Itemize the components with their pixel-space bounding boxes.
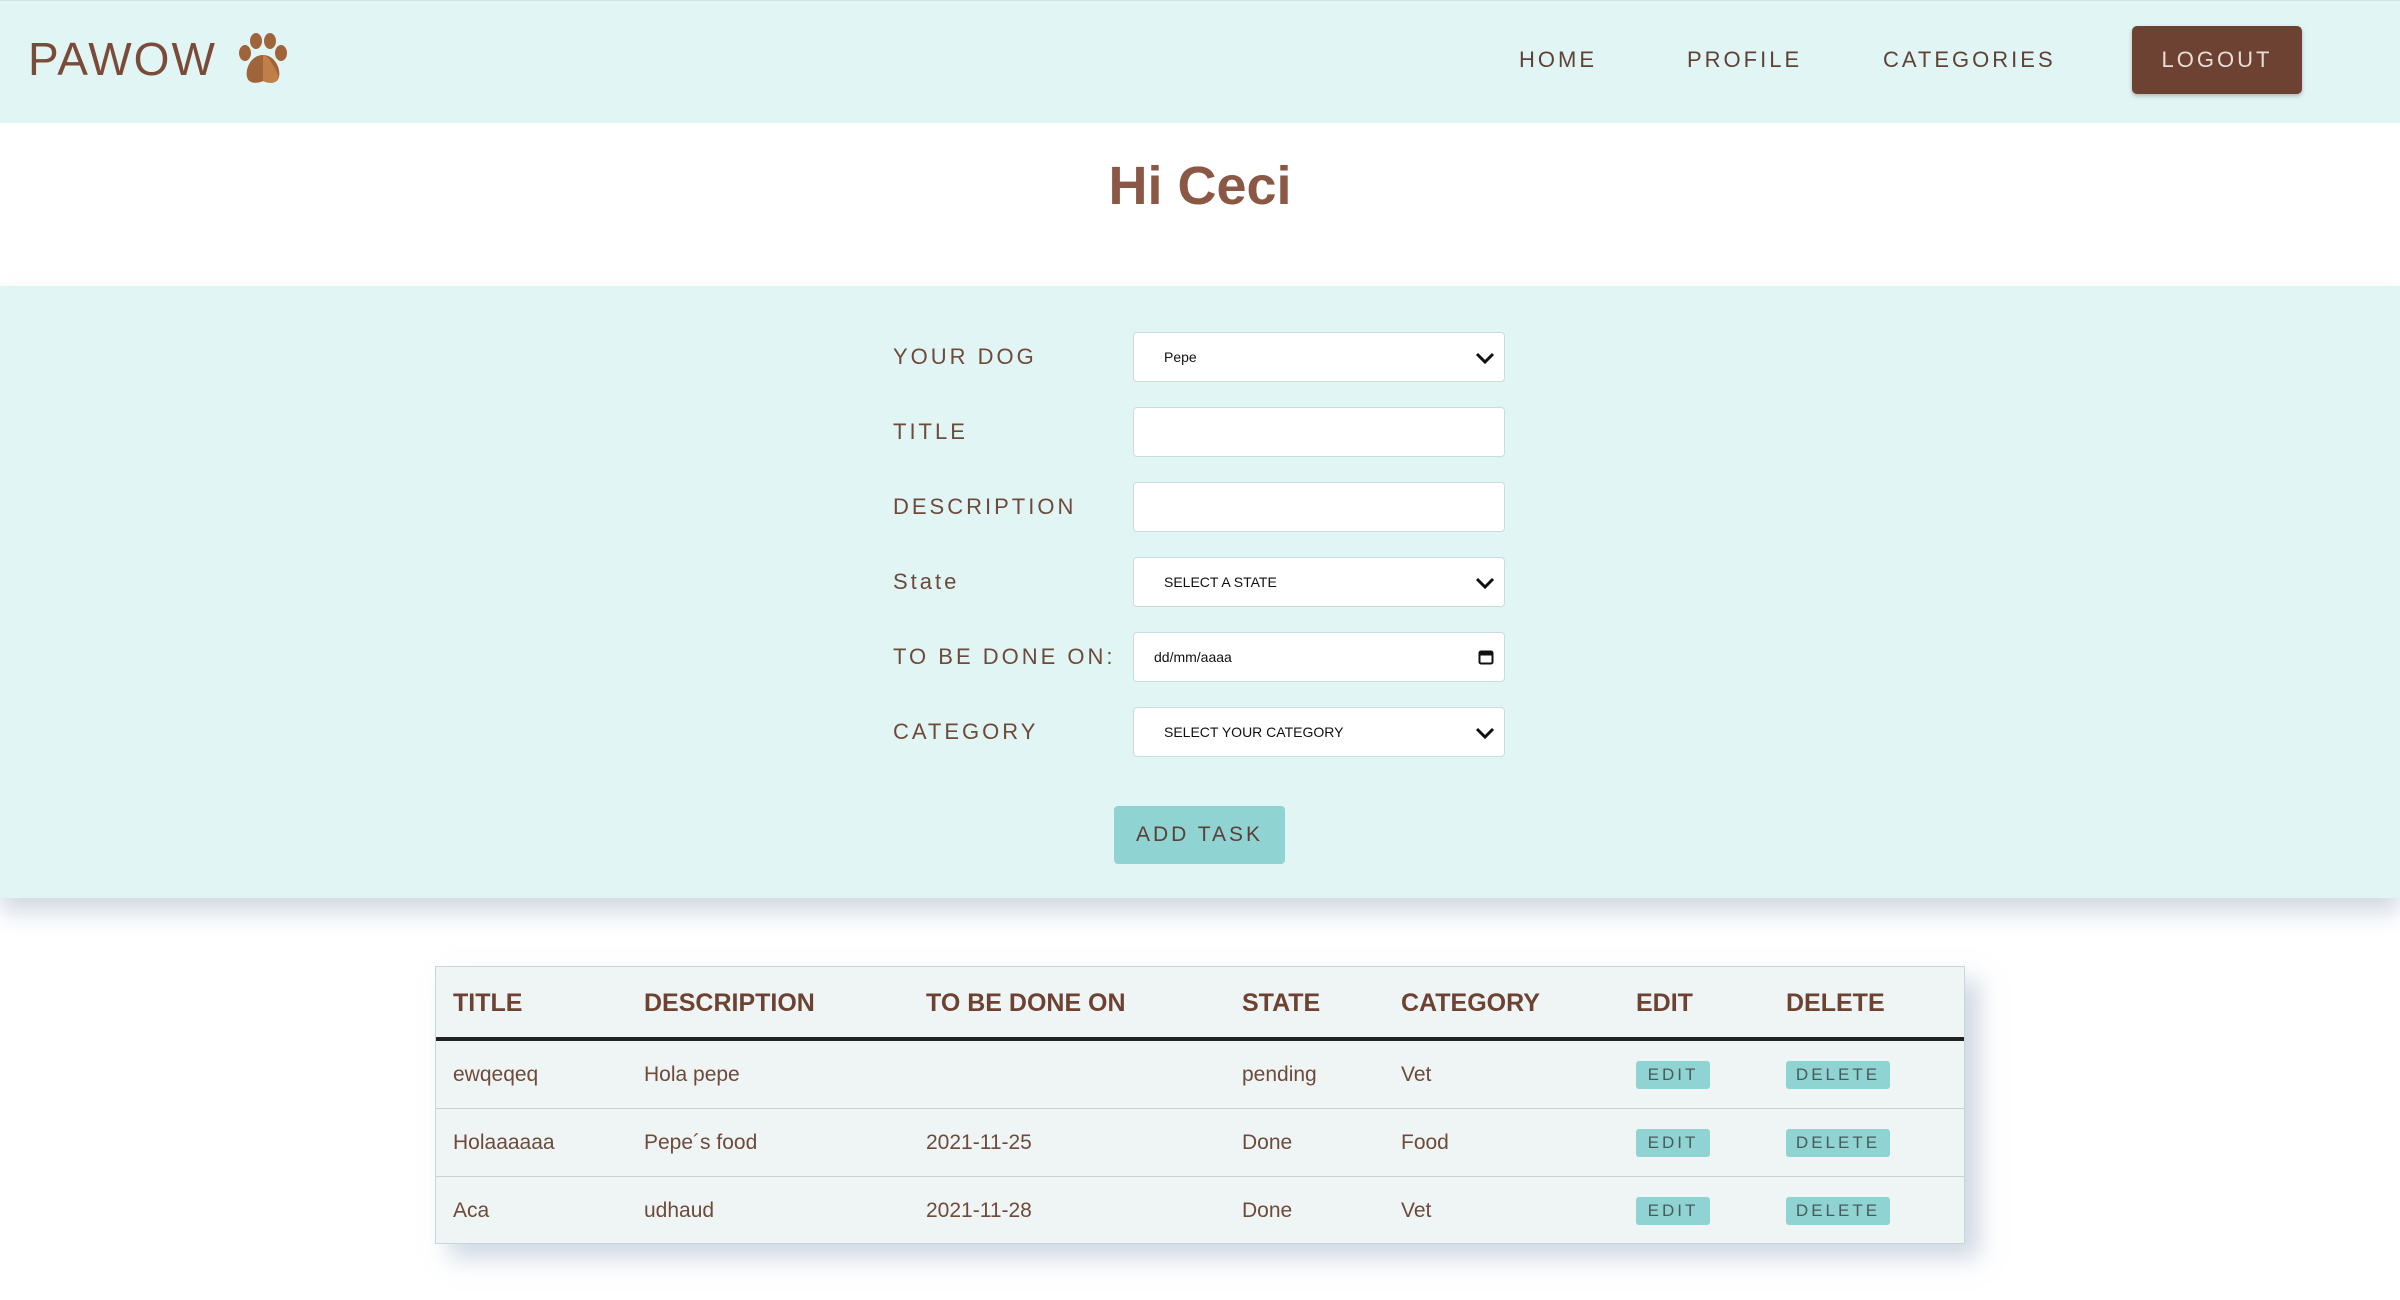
description-row: DESCRIPTION: [893, 482, 1505, 532]
dog-row: YOUR DOG Pepe: [893, 332, 1505, 382]
cell-description: udhaud: [644, 1199, 715, 1222]
category-row: CATEGORY SELECT YOUR CATEGORY: [893, 707, 1505, 757]
logout-button[interactable]: LOGOUT: [2132, 26, 2302, 94]
navbar: PAWOW HOME PROFILE CATEGORIES LOGOUT: [0, 0, 2400, 123]
state-select-value: SELECT A STATE: [1164, 574, 1277, 590]
edit-button[interactable]: EDIT: [1636, 1129, 1710, 1157]
add-task-button[interactable]: ADD TASK: [1114, 806, 1285, 864]
tasks-table: TITLE DESCRIPTION TO BE DONE ON STATE CA…: [435, 966, 1965, 1244]
cell-date: 2021-11-25: [926, 1131, 1032, 1154]
nav-profile-link[interactable]: PROFILE: [1687, 47, 1802, 73]
nav-categories-link[interactable]: CATEGORIES: [1883, 47, 2056, 73]
cell-category: Vet: [1401, 1063, 1432, 1086]
date-input[interactable]: dd/mm/aaaa: [1133, 632, 1505, 682]
title-input[interactable]: [1133, 407, 1505, 457]
dog-label: YOUR DOG: [893, 344, 1037, 369]
cell-category: Food: [1401, 1131, 1449, 1154]
title-label: TITLE: [893, 419, 968, 444]
table-header: TITLE DESCRIPTION TO BE DONE ON STATE CA…: [436, 967, 1964, 1041]
table-row: Aca udhaud 2021-11-28 Done Vet EDIT DELE…: [436, 1177, 1964, 1245]
delete-button[interactable]: DELETE: [1786, 1061, 1890, 1089]
category-select[interactable]: SELECT YOUR CATEGORY: [1133, 707, 1505, 757]
chevron-down-icon: [1475, 727, 1495, 740]
cell-title: ewqeqeq: [453, 1063, 539, 1086]
state-select[interactable]: SELECT A STATE: [1133, 557, 1505, 607]
col-category: CATEGORY: [1401, 989, 1540, 1017]
cell-date: 2021-11-28: [926, 1199, 1032, 1222]
nav-home-link[interactable]: HOME: [1519, 47, 1597, 73]
category-select-value: SELECT YOUR CATEGORY: [1164, 724, 1344, 740]
col-title: TITLE: [453, 989, 523, 1017]
title-row: TITLE: [893, 407, 1505, 457]
edit-button[interactable]: EDIT: [1636, 1197, 1710, 1225]
add-task-form: YOUR DOG Pepe TITLE DESCRIPTION State SE…: [0, 286, 2400, 898]
brand-name: PAWOW: [28, 33, 217, 85]
edit-button[interactable]: EDIT: [1636, 1061, 1710, 1089]
cell-category: Vet: [1401, 1199, 1432, 1222]
col-description: DESCRIPTION: [644, 989, 815, 1017]
chevron-down-icon: [1475, 577, 1495, 590]
table-row: Holaaaaaa Pepe´s food 2021-11-25 Done Fo…: [436, 1109, 1964, 1177]
state-row: State SELECT A STATE: [893, 557, 1505, 607]
calendar-icon[interactable]: [1478, 649, 1494, 665]
date-row: TO BE DONE ON: dd/mm/aaaa: [893, 632, 1505, 682]
description-input[interactable]: [1133, 482, 1505, 532]
col-edit: EDIT: [1636, 989, 1693, 1017]
col-delete: DELETE: [1786, 989, 1885, 1017]
category-label: CATEGORY: [893, 719, 1039, 744]
state-label: State: [893, 569, 960, 594]
chevron-down-icon: [1475, 352, 1495, 365]
dog-select-value: Pepe: [1164, 349, 1197, 365]
delete-button[interactable]: DELETE: [1786, 1197, 1890, 1225]
date-input-placeholder: dd/mm/aaaa: [1154, 649, 1232, 665]
cell-state: Done: [1242, 1199, 1293, 1222]
page-title: Hi Ceci: [1108, 156, 1292, 216]
col-state: STATE: [1242, 989, 1321, 1017]
col-date: TO BE DONE ON: [926, 989, 1126, 1017]
table-row: ewqeqeq Hola pepe pending Vet EDIT DELET…: [436, 1041, 1964, 1109]
brand-logo[interactable]: PAWOW: [28, 29, 291, 89]
cell-title: Aca: [453, 1199, 490, 1222]
cell-description: Hola pepe: [644, 1063, 740, 1086]
paw-icon: [238, 33, 287, 83]
cell-state: Done: [1242, 1131, 1293, 1154]
cell-state: pending: [1242, 1063, 1317, 1086]
cell-title: Holaaaaaa: [453, 1131, 555, 1154]
date-label: TO BE DONE ON:: [893, 644, 1116, 669]
description-label: DESCRIPTION: [893, 494, 1077, 519]
dog-select[interactable]: Pepe: [1133, 332, 1505, 382]
cell-description: Pepe´s food: [644, 1131, 758, 1154]
delete-button[interactable]: DELETE: [1786, 1129, 1890, 1157]
